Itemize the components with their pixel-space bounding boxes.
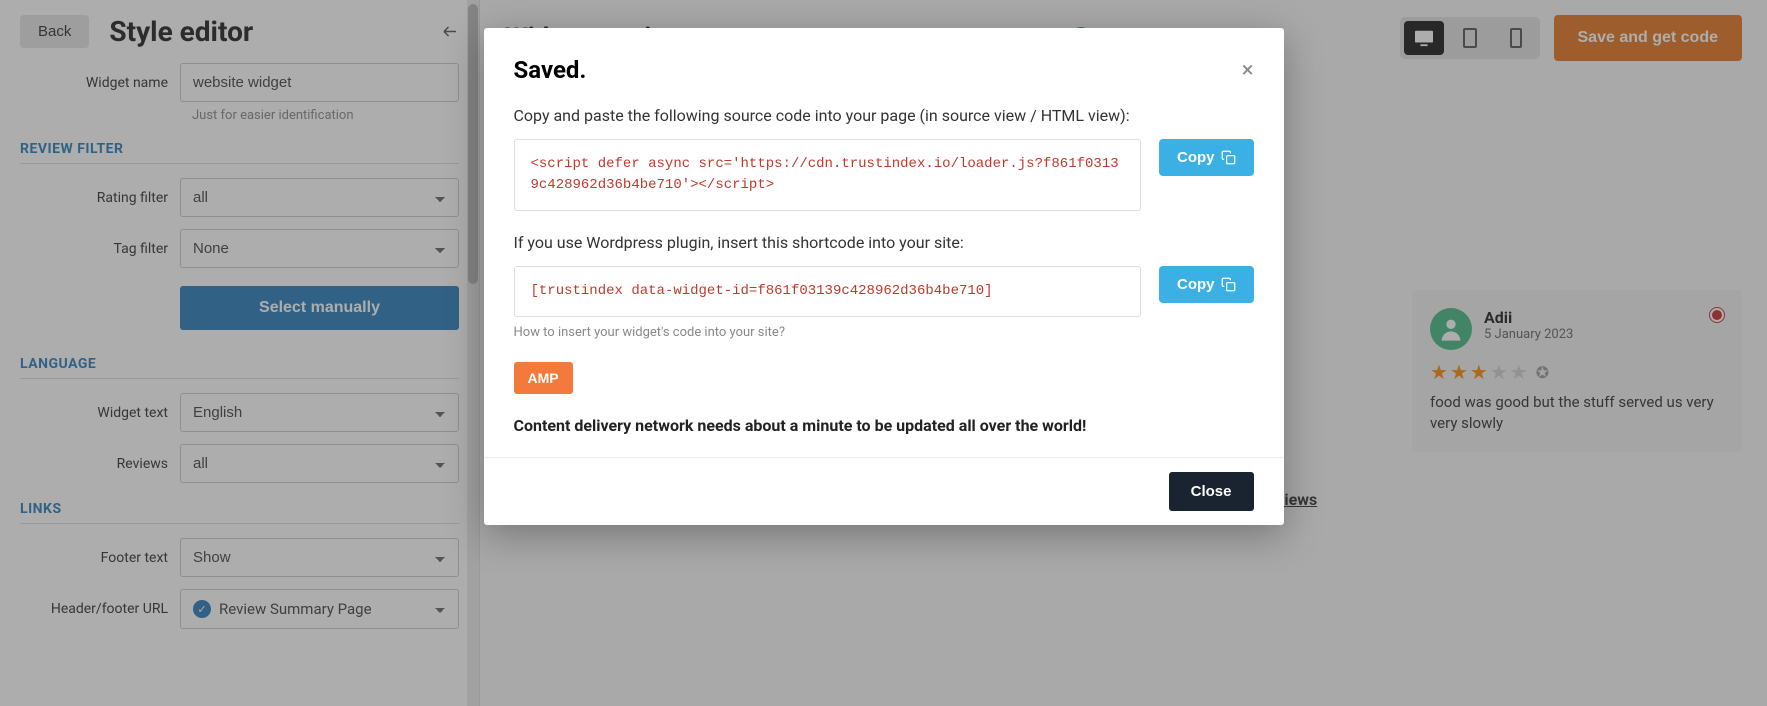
howto-link[interactable]: How to insert your widget's code into yo… bbox=[514, 325, 1254, 340]
copy-shortcode-button[interactable]: Copy bbox=[1159, 266, 1254, 303]
copy-source-button[interactable]: Copy bbox=[1159, 139, 1254, 176]
modal-close-icon[interactable]: × bbox=[1242, 58, 1254, 83]
copy-icon bbox=[1221, 277, 1236, 292]
cdn-note: Content delivery network needs about a m… bbox=[514, 416, 1254, 435]
modal-overlay: Saved. × Copy and paste the following so… bbox=[0, 0, 1767, 706]
copy-icon bbox=[1221, 150, 1236, 165]
modal-instruction-2: If you use Wordpress plugin, insert this… bbox=[514, 233, 1254, 252]
close-button[interactable]: Close bbox=[1169, 472, 1254, 511]
saved-modal: Saved. × Copy and paste the following so… bbox=[484, 28, 1284, 525]
shortcode-box[interactable]: [trustindex data-widget-id=f861f03139c42… bbox=[514, 266, 1142, 317]
amp-button[interactable]: AMP bbox=[514, 362, 573, 394]
source-code-box[interactable]: <script defer async src='https://cdn.tru… bbox=[514, 139, 1142, 211]
modal-instruction-1: Copy and paste the following source code… bbox=[514, 106, 1254, 125]
modal-title: Saved. bbox=[514, 56, 587, 84]
